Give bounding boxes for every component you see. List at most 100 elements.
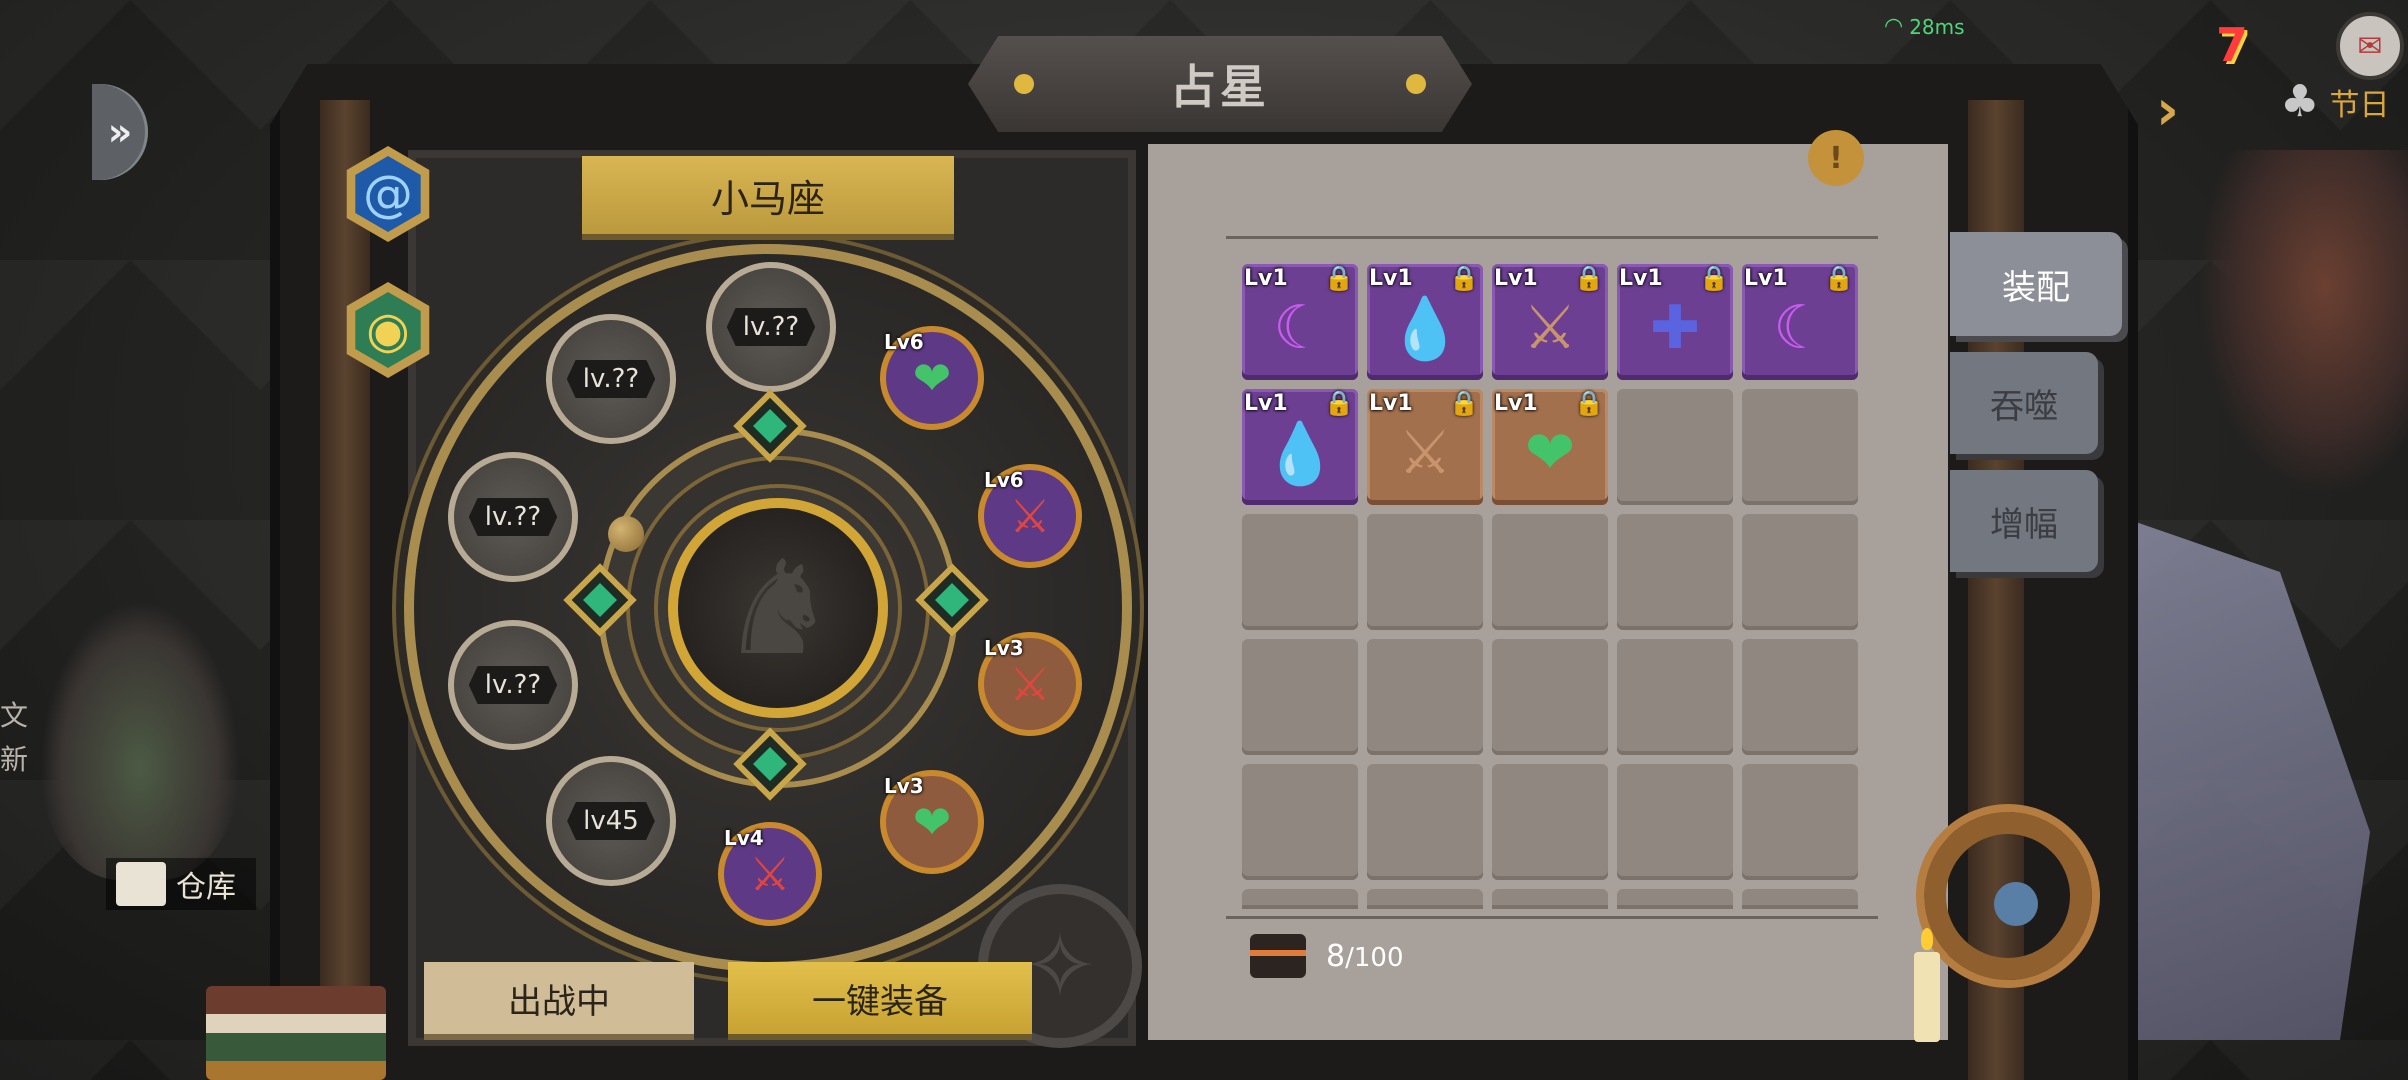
slot-level: lv.?? (468, 666, 558, 704)
empty-slot[interactable] (1242, 764, 1358, 880)
moon-gem-icon: ☾ (1773, 293, 1827, 363)
lucky-seven-icon[interactable]: 7 (2216, 18, 2288, 78)
gem-level: Lv6 (984, 468, 1024, 492)
lock-icon: 🔒 (1449, 264, 1479, 292)
empty-slot[interactable] (1242, 639, 1358, 755)
inventory-item[interactable]: Lv1 🔒 ☾ (1742, 264, 1858, 380)
orb-marker (608, 516, 644, 552)
chevron-right-icon[interactable]: › (2156, 78, 2179, 143)
locked-slot[interactable]: lv.?? (546, 314, 676, 444)
heart-gem-icon: ❤ (912, 351, 952, 405)
empty-slot[interactable] (1742, 639, 1858, 755)
gem-level: Lv4 (724, 826, 764, 850)
water-drop-gem-icon: 💧 (1387, 293, 1463, 364)
locked-slot[interactable]: lv.?? (448, 620, 578, 750)
inventory-item[interactable]: Lv1 🔒 ❤ (1492, 389, 1608, 505)
item-level: Lv1 (1369, 266, 1413, 291)
books-decoration (206, 986, 386, 1080)
ping-value: 28ms (1909, 14, 1965, 39)
empty-slot[interactable] (1492, 514, 1608, 630)
in-battle-button[interactable]: 出战中 (424, 962, 694, 1034)
double-chevron-icon: » (107, 110, 133, 154)
item-level: Lv1 (1494, 266, 1538, 291)
gem-level: Lv3 (884, 774, 924, 798)
empty-slot (1242, 889, 1358, 909)
empty-slot[interactable] (1367, 514, 1483, 630)
empty-slot (1367, 889, 1483, 909)
sword-gem-icon: ⚔ (749, 847, 791, 901)
title-dot-right (1406, 74, 1426, 94)
lock-icon: 🔒 (1574, 264, 1604, 292)
sword-gem-icon: ⚔ (1523, 293, 1577, 363)
empty-slot (1492, 889, 1608, 909)
empty-slot (1742, 889, 1858, 909)
festival-button[interactable]: ♣ 节日 (2280, 76, 2389, 127)
locked-slot[interactable]: lv.?? (706, 262, 836, 392)
empty-slot[interactable] (1492, 639, 1608, 755)
empty-slot[interactable] (1617, 764, 1733, 880)
letter-icon[interactable]: ✉ (2336, 12, 2404, 80)
inventory-item[interactable]: Lv1 🔒 ⚔ (1492, 264, 1608, 380)
empty-slot[interactable] (1617, 389, 1733, 505)
slot-level: lv.?? (468, 498, 558, 536)
lock-icon: 🔒 (1324, 389, 1354, 417)
lock-icon: 🔒 (1699, 264, 1729, 292)
left-side-text: 文新 (0, 699, 29, 776)
empty-slot[interactable] (1742, 514, 1858, 630)
lock-icon: 🔒 (1324, 264, 1354, 292)
moon-gem-icon: ☾ (1273, 293, 1327, 363)
inventory-item[interactable]: Lv1 🔒 ⚔ (1367, 389, 1483, 505)
page-title: 占星 (1170, 60, 1270, 114)
inventory-grid: Lv1 🔒 ☾ Lv1 🔒 💧 Lv1 🔒 ⚔ Lv1 🔒 ✚ Lv1 🔒 ☾ … (1242, 264, 1862, 909)
equip-all-button[interactable]: 一键装备 (728, 962, 1032, 1034)
warehouse-button[interactable]: 仓库 (106, 858, 256, 910)
warehouse-icon (116, 862, 166, 906)
empty-slot[interactable] (1742, 389, 1858, 505)
lock-icon: 🔒 (1574, 389, 1604, 417)
constellation-center[interactable]: ♞ (668, 498, 888, 718)
capacity-count: 8/100 (1326, 938, 1404, 974)
divider (1226, 916, 1878, 919)
warehouse-label: 仓库 (176, 870, 236, 905)
armillary-sphere-icon (1916, 804, 2100, 988)
empty-slot[interactable] (1492, 764, 1608, 880)
empty-slot[interactable] (1367, 764, 1483, 880)
tab-amplify[interactable]: 增幅 (1950, 470, 2098, 572)
item-level: Lv1 (1244, 391, 1288, 416)
frame-wood-left (320, 100, 370, 1080)
slot-level: lv45 (567, 802, 655, 840)
empty-slot[interactable] (1742, 764, 1858, 880)
item-level: Lv1 (1619, 266, 1663, 291)
sword-gem-icon: ⚔ (1009, 657, 1051, 711)
empty-slot (1617, 889, 1733, 909)
sword-gem-icon: ⚔ (1009, 489, 1051, 543)
empty-slot[interactable] (1242, 514, 1358, 630)
inventory-item[interactable]: Lv1 🔒 ☾ (1242, 264, 1358, 380)
item-level: Lv1 (1369, 391, 1413, 416)
locked-slot[interactable]: lv.?? (448, 452, 578, 582)
candle-icon (1914, 928, 1940, 1042)
water-drop-gem-icon: 💧 (1262, 418, 1338, 489)
empty-slot[interactable] (1617, 514, 1733, 630)
chest-icon (1250, 934, 1306, 978)
left-decoration (40, 600, 240, 880)
locked-slot[interactable]: lv45 (546, 756, 676, 886)
lock-icon: 🔒 (1824, 264, 1854, 292)
inventory-item[interactable]: Lv1 🔒 💧 (1242, 389, 1358, 505)
vortex-icon: @ (363, 165, 413, 223)
network-status: ◠ 28ms (1884, 14, 1965, 39)
inventory-capacity: 8/100 (1250, 934, 1403, 978)
empty-slot[interactable] (1367, 639, 1483, 755)
title-plate: 占星 (968, 36, 1472, 132)
clover-icon: ♣ (2280, 76, 2320, 127)
item-level: Lv1 (1494, 391, 1538, 416)
inventory-item[interactable]: Lv1 🔒 ✚ (1617, 264, 1733, 380)
inventory-item[interactable]: Lv1 🔒 💧 (1367, 264, 1483, 380)
eye-icon: ◉ (366, 301, 410, 359)
tab-equip[interactable]: 装配 (1950, 232, 2122, 336)
tab-devour[interactable]: 吞噬 (1950, 352, 2098, 454)
key-icon[interactable]: ! (1808, 130, 1864, 186)
empty-slot[interactable] (1617, 639, 1733, 755)
festival-label: 节日 (2329, 87, 2390, 123)
title-dot-left (1014, 74, 1034, 94)
